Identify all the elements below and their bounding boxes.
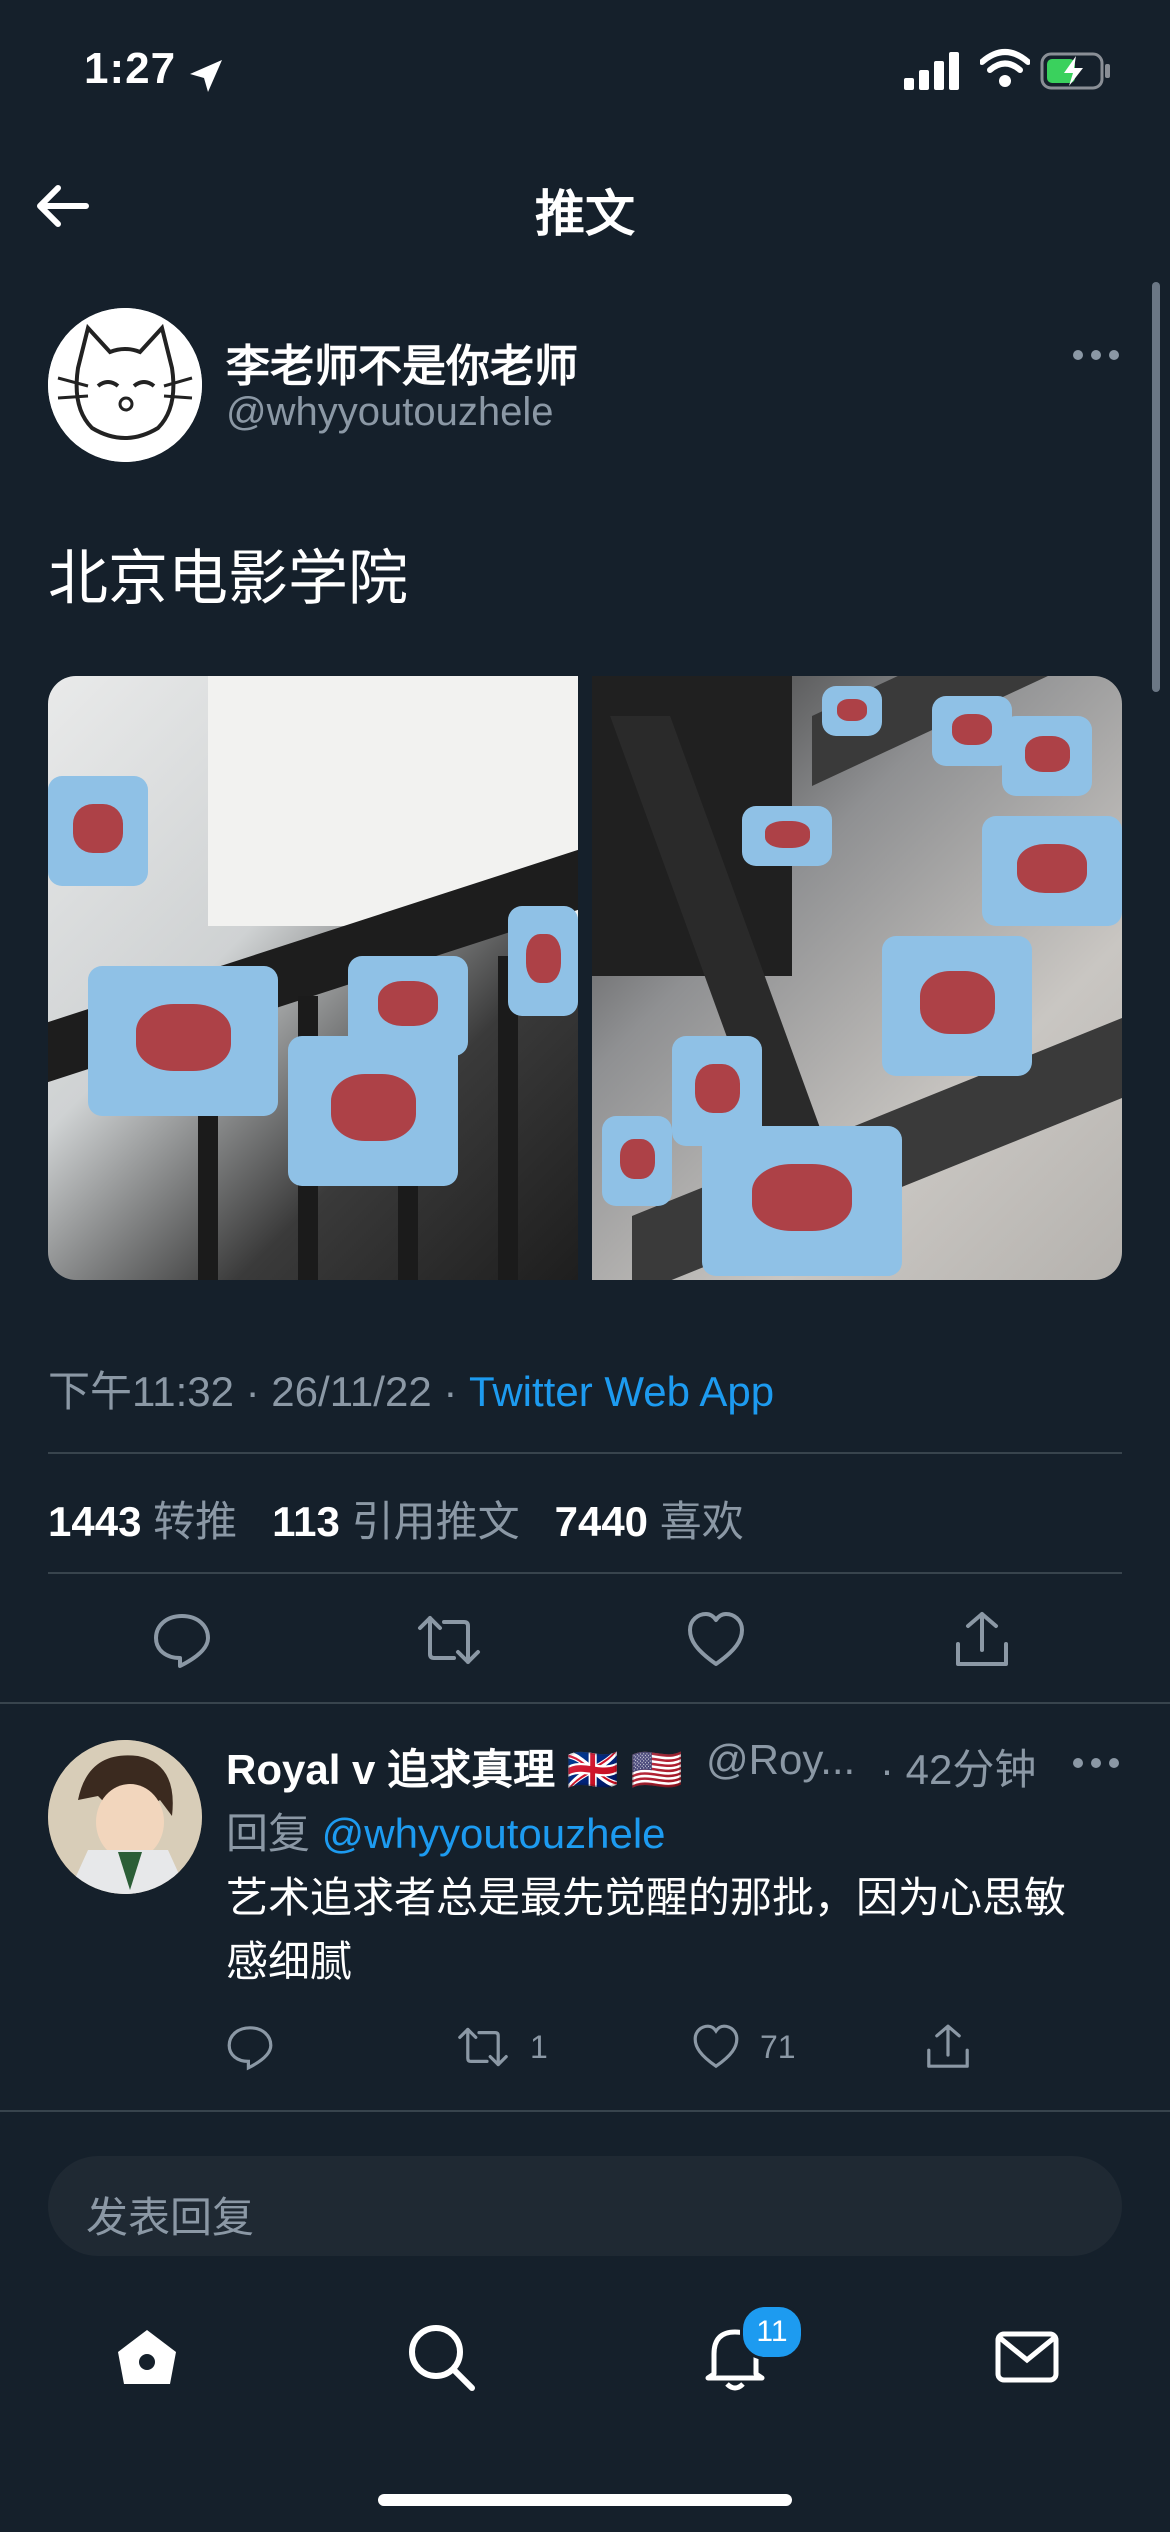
reply-like-count: 71 [760,2028,796,2065]
retweet-button[interactable] [416,1610,480,1670]
flag-emojis: 🇬🇧 🇺🇸 [566,1746,684,1793]
tweet-photo-1[interactable] [48,676,578,1280]
share-icon [956,1612,1008,1666]
cellular-signal-icon [904,50,960,90]
location-arrow-icon [186,56,226,96]
author-avatar[interactable] [48,308,202,462]
likes-stat[interactable]: 7440 喜欢 [555,1498,744,1545]
scrollbar[interactable] [1152,282,1160,692]
reply-icon [227,2026,273,2071]
divider [48,1572,1122,1574]
reply-placeholder: 发表回复 [86,2194,255,2241]
reply-icon [154,1614,210,1668]
more-options-icon[interactable] [1070,340,1122,370]
heart-icon [688,1612,744,1666]
tab-home[interactable] [112,2322,182,2392]
reply-retweet-count: 1 [530,2028,548,2065]
reply-author-handle[interactable]: @Roy... [706,1736,855,1784]
status-time: 1:27 [84,44,177,93]
tweet-media[interactable] [48,676,1122,1280]
retweet-icon [418,1616,480,1664]
wifi-icon [980,48,1030,88]
reply-like-button[interactable]: 71 [692,2022,796,2072]
battery-charging-icon [1040,52,1112,90]
share-button[interactable] [952,1610,1012,1670]
search-icon [409,2325,475,2391]
share-icon [927,2024,969,2068]
tweet-timestamp: 下午11:32 · 26/11/22 · Twitter Web App [48,1358,774,1419]
tweet-stats: 1443 转推 113 引用推文 7440 喜欢 [48,1488,744,1549]
reply-author-name[interactable]: Royal v 追求真理 🇬🇧 🇺🇸 [226,1736,683,1797]
tab-messages[interactable] [992,2322,1062,2392]
author-handle[interactable]: @whyyoutouzhele [226,390,553,435]
divider [0,1702,1170,1704]
home-indicator[interactable] [378,2494,792,2506]
reply-author-avatar[interactable] [48,1740,202,1894]
author-name[interactable]: 李老师不是你老师 [226,330,578,394]
tweet-photo-2[interactable] [592,676,1122,1280]
replying-to: 回复 @whyyoutouzhele [226,1810,666,1857]
like-button[interactable] [686,1610,746,1670]
page-title: 推文 [535,186,635,242]
home-icon [118,2330,176,2384]
reply-retweet-button[interactable]: 1 [456,2022,548,2072]
reply-time: · 42分钟 [880,1746,1037,1793]
tab-search[interactable] [406,2322,476,2392]
quotes-stat[interactable]: 113 引用推文 [272,1498,519,1545]
heart-icon [693,2024,739,2069]
retweets-stat[interactable]: 1443 转推 [48,1498,237,1545]
divider [0,2110,1170,2112]
replying-to-handle[interactable]: @whyyoutouzhele [322,1810,666,1857]
reply-share-button[interactable] [924,2022,972,2072]
reply-text: 艺术追求者总是最先觉醒的那批，因为心思敏感细腻 [226,1874,1067,1985]
reply-reply-button[interactable] [226,2022,274,2072]
divider [48,1452,1122,1454]
notifications-badge: 11 [740,2304,804,2360]
timestamp-text: 下午11:32 · 26/11/22 · [48,1368,470,1415]
retweet-icon [458,2027,508,2067]
reply-more-options-icon[interactable] [1070,1748,1122,1778]
source-link[interactable]: Twitter Web App [469,1368,774,1415]
tweet-text: 北京电影学院 [48,544,408,614]
reply-button[interactable] [152,1610,212,1670]
mail-icon [995,2331,1059,2383]
